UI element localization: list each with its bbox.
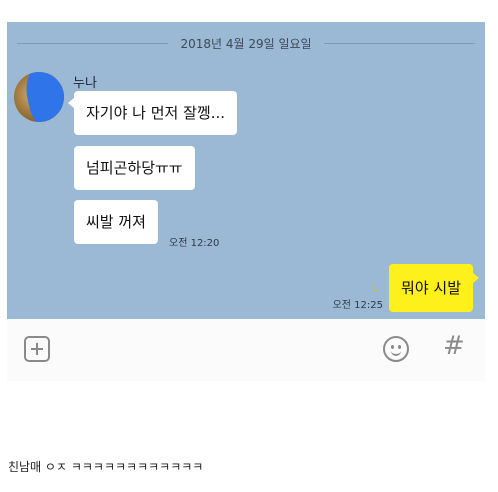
date-label: 2018년 4월 29일 일요일: [180, 36, 312, 51]
avatar-redaction: [21, 72, 64, 122]
plus-square-icon[interactable]: [24, 336, 50, 362]
incoming-message[interactable]: 넘피곤하당ㅠㅠ: [74, 146, 195, 190]
message-timestamp: 오전 12:20: [169, 238, 220, 249]
profile-avatar[interactable]: [14, 72, 64, 122]
separator-line: [17, 42, 169, 44]
hash-icon[interactable]: #: [443, 331, 465, 361]
incoming-message[interactable]: 자기야 나 먼저 잘껭...: [67, 91, 238, 135]
date-separator: 2018년 4월 29일 일요일: [17, 34, 476, 52]
incoming-message[interactable]: 씨발 꺼져: [74, 200, 158, 244]
emoji-mouth: [391, 348, 401, 356]
outgoing-message[interactable]: 뭐야 시발: [389, 264, 479, 312]
smiley-icon[interactable]: [383, 336, 409, 362]
sender-name: 누나: [73, 76, 97, 91]
input-bar: #: [7, 319, 485, 381]
unread-count: 1: [372, 285, 378, 295]
chat-room: 2018년 4월 29일 일요일 누나 자기야 나 먼저 잘껭... 넘피곤하당…: [7, 22, 485, 319]
post-caption: 친남매 ㅇㅈ ㅋㅋㅋㅋㅋㅋㅋㅋㅋㅋㅋㅋ: [8, 460, 204, 474]
separator-line: [323, 42, 476, 44]
message-timestamp: 오전 12:25: [332, 300, 383, 311]
